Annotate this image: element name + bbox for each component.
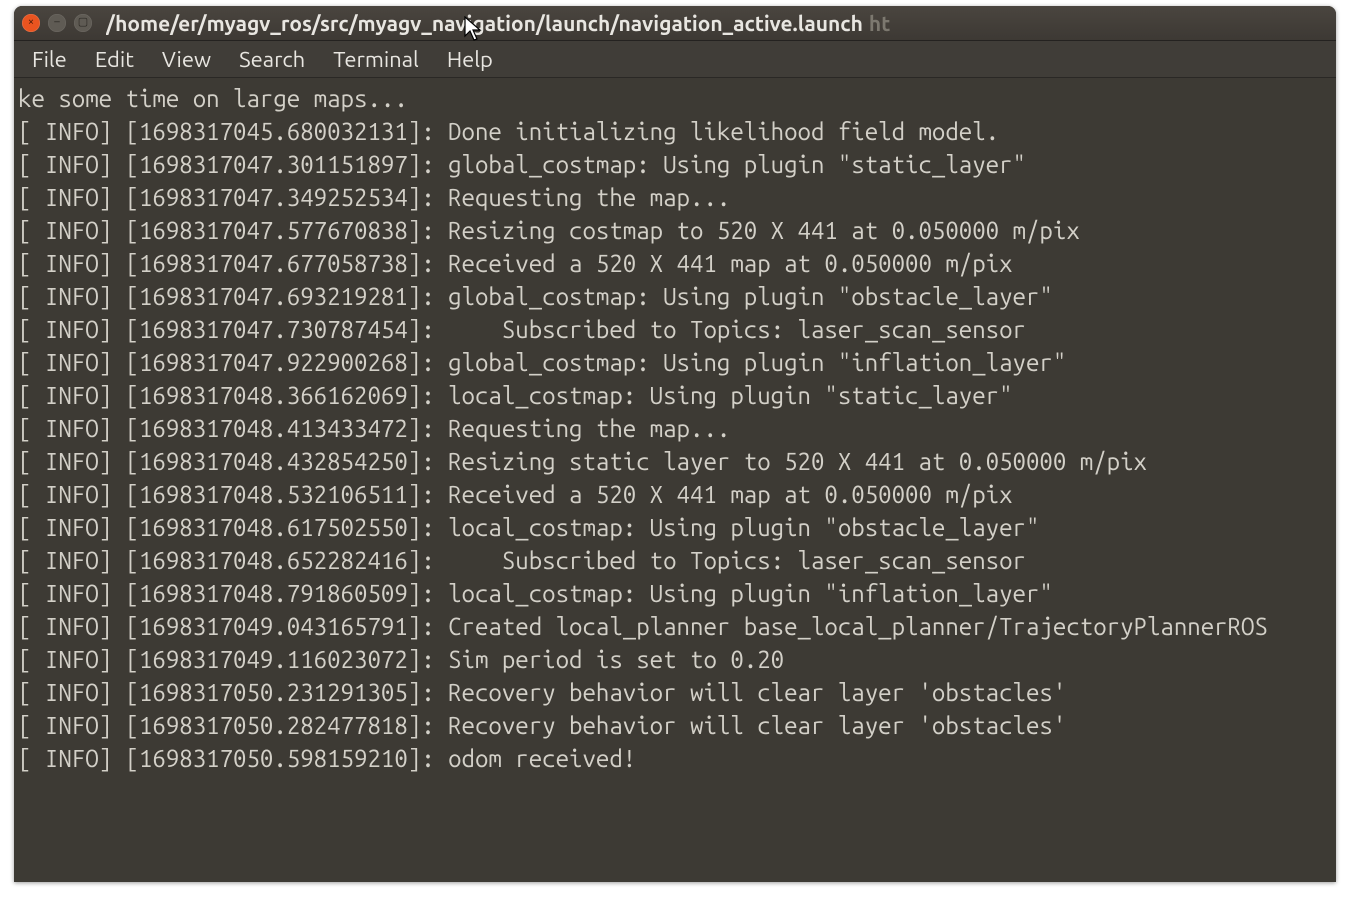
- window-buttons: × – ▢: [22, 14, 92, 32]
- terminal-line: [ INFO] [1698317049.116023072]: Sim peri…: [18, 643, 1332, 676]
- minimize-icon: –: [54, 17, 59, 28]
- terminal-line: [ INFO] [1698317048.791860509]: local_co…: [18, 577, 1332, 610]
- window-maximize-button[interactable]: ▢: [74, 14, 92, 32]
- menu-search[interactable]: Search: [227, 43, 317, 76]
- terminal-line: [ INFO] [1698317047.693219281]: global_c…: [18, 280, 1332, 313]
- window-title: /home/er/myagv_ros/src/myagv_navigation/…: [106, 11, 890, 35]
- terminal-line: [ INFO] [1698317047.922900268]: global_c…: [18, 346, 1332, 379]
- terminal-line: [ INFO] [1698317047.730787454]: Subscrib…: [18, 313, 1332, 346]
- window-close-button[interactable]: ×: [22, 14, 40, 32]
- menu-file[interactable]: File: [20, 43, 79, 76]
- terminal-line: [ INFO] [1698317045.680032131]: Done ini…: [18, 115, 1332, 148]
- terminal-line: [ INFO] [1698317049.043165791]: Created …: [18, 610, 1332, 643]
- terminal-line: [ INFO] [1698317048.432854250]: Resizing…: [18, 445, 1332, 478]
- close-icon: ×: [28, 17, 34, 28]
- menu-view[interactable]: View: [150, 43, 223, 76]
- menu-help[interactable]: Help: [435, 43, 505, 76]
- window-title-dim: ht: [869, 11, 890, 35]
- terminal-line: ke some time on large maps...: [18, 82, 1332, 115]
- terminal-output[interactable]: ke some time on large maps...[ INFO] [16…: [14, 78, 1336, 882]
- menu-edit[interactable]: Edit: [83, 43, 146, 76]
- maximize-icon: ▢: [78, 17, 88, 28]
- terminal-line: [ INFO] [1698317050.282477818]: Recovery…: [18, 709, 1332, 742]
- menubar: File Edit View Search Terminal Help: [14, 41, 1336, 78]
- terminal-line: [ INFO] [1698317050.231291305]: Recovery…: [18, 676, 1332, 709]
- terminal-line: [ INFO] [1698317047.677058738]: Received…: [18, 247, 1332, 280]
- terminal-window: × – ▢ /home/er/myagv_ros/src/myagv_navig…: [14, 6, 1336, 882]
- terminal-line: [ INFO] [1698317048.652282416]: Subscrib…: [18, 544, 1332, 577]
- window-title-main: /home/er/myagv_ros/src/myagv_navigation/…: [106, 11, 863, 35]
- terminal-line: [ INFO] [1698317048.366162069]: local_co…: [18, 379, 1332, 412]
- window-minimize-button[interactable]: –: [48, 14, 66, 32]
- terminal-line: [ INFO] [1698317047.577670838]: Resizing…: [18, 214, 1332, 247]
- menu-terminal[interactable]: Terminal: [321, 43, 431, 76]
- terminal-line: [ INFO] [1698317048.413433472]: Requesti…: [18, 412, 1332, 445]
- window-titlebar[interactable]: × – ▢ /home/er/myagv_ros/src/myagv_navig…: [14, 6, 1336, 41]
- terminal-line: [ INFO] [1698317047.301151897]: global_c…: [18, 148, 1332, 181]
- terminal-line: [ INFO] [1698317048.532106511]: Received…: [18, 478, 1332, 511]
- terminal-line: [ INFO] [1698317048.617502550]: local_co…: [18, 511, 1332, 544]
- terminal-line: [ INFO] [1698317047.349252534]: Requesti…: [18, 181, 1332, 214]
- terminal-line: [ INFO] [1698317050.598159210]: odom rec…: [18, 742, 1332, 775]
